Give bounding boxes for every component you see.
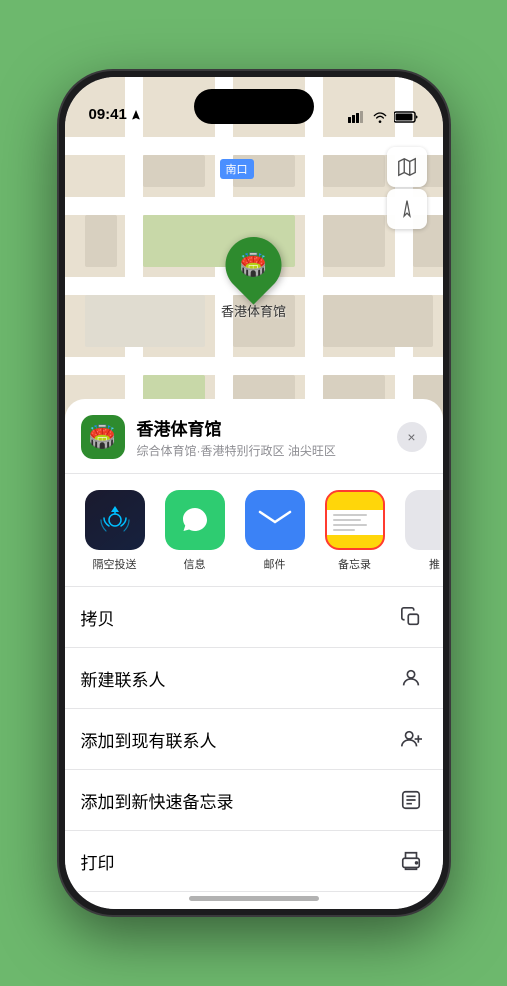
- notes-label: 备忘录: [338, 556, 371, 572]
- home-indicator: [189, 896, 319, 901]
- location-header: 🏟️ 香港体育馆 综合体育馆·香港特别行政区 油尖旺区 ×: [65, 415, 443, 474]
- action-copy[interactable]: 拷贝: [65, 587, 443, 648]
- messages-icon: [165, 490, 225, 550]
- copy-icon: [395, 601, 427, 633]
- notes-icon: [325, 490, 385, 550]
- status-time: 09:41: [89, 106, 127, 123]
- copy-label: 拷贝: [81, 605, 115, 630]
- venue-icon: 🏟️: [89, 424, 116, 450]
- share-app-messages[interactable]: 信息: [161, 490, 229, 572]
- share-app-more[interactable]: 推: [401, 490, 443, 572]
- phone-screen: 09:41: [65, 77, 443, 909]
- messages-label: 信息: [184, 556, 206, 572]
- add-contact-label: 添加到现有联系人: [81, 727, 217, 752]
- bottom-sheet: 🏟️ 香港体育馆 综合体育馆·香港特别行政区 油尖旺区 ×: [65, 399, 443, 909]
- marker-icon: 🏟️: [240, 252, 267, 278]
- phone-frame: 09:41: [59, 71, 449, 915]
- share-app-mail[interactable]: 邮件: [241, 490, 309, 572]
- map-marker: 🏟️ 香港体育馆: [221, 237, 286, 320]
- action-quick-note[interactable]: 添加到新快速备忘录: [65, 770, 443, 831]
- more-label: 推: [429, 556, 440, 572]
- more-icon: [405, 490, 443, 550]
- add-contact-icon: [395, 723, 427, 755]
- action-print[interactable]: 打印: [65, 831, 443, 892]
- quick-note-label: 添加到新快速备忘录: [81, 788, 234, 813]
- mail-label: 邮件: [264, 556, 286, 572]
- dynamic-island: [194, 89, 314, 124]
- print-icon: [395, 845, 427, 877]
- wifi-icon: [372, 111, 388, 123]
- print-label: 打印: [81, 849, 115, 874]
- action-add-contact[interactable]: 添加到现有联系人: [65, 709, 443, 770]
- map-tag: 南口: [220, 159, 254, 179]
- mail-icon: [245, 490, 305, 550]
- quick-note-icon: [395, 784, 427, 816]
- close-icon: ×: [407, 429, 415, 445]
- close-button[interactable]: ×: [397, 422, 427, 452]
- marker-pin: 🏟️: [214, 225, 293, 304]
- new-contact-label: 新建联系人: [81, 666, 166, 691]
- share-app-airdrop[interactable]: 隔空投送: [81, 490, 149, 572]
- status-icons: [348, 111, 419, 123]
- airdrop-icon: [85, 490, 145, 550]
- location-arrow-icon: [130, 109, 142, 121]
- action-new-contact[interactable]: 新建联系人: [65, 648, 443, 709]
- battery-icon: [394, 111, 419, 123]
- map-controls: [387, 147, 427, 229]
- location-name: 香港体育馆: [137, 415, 397, 440]
- new-contact-icon: [395, 662, 427, 694]
- location-info: 香港体育馆 综合体育馆·香港特别行政区 油尖旺区: [137, 415, 397, 459]
- map-type-button[interactable]: [387, 147, 427, 187]
- location-subtitle: 综合体育馆·香港特别行政区 油尖旺区: [137, 442, 397, 459]
- location-icon-wrap: 🏟️: [81, 415, 125, 459]
- location-button[interactable]: [387, 189, 427, 229]
- share-apps-row: 隔空投送 信息: [65, 474, 443, 587]
- share-app-notes[interactable]: 备忘录: [321, 490, 389, 572]
- airdrop-label: 隔空投送: [93, 556, 137, 572]
- signal-icon: [348, 111, 366, 123]
